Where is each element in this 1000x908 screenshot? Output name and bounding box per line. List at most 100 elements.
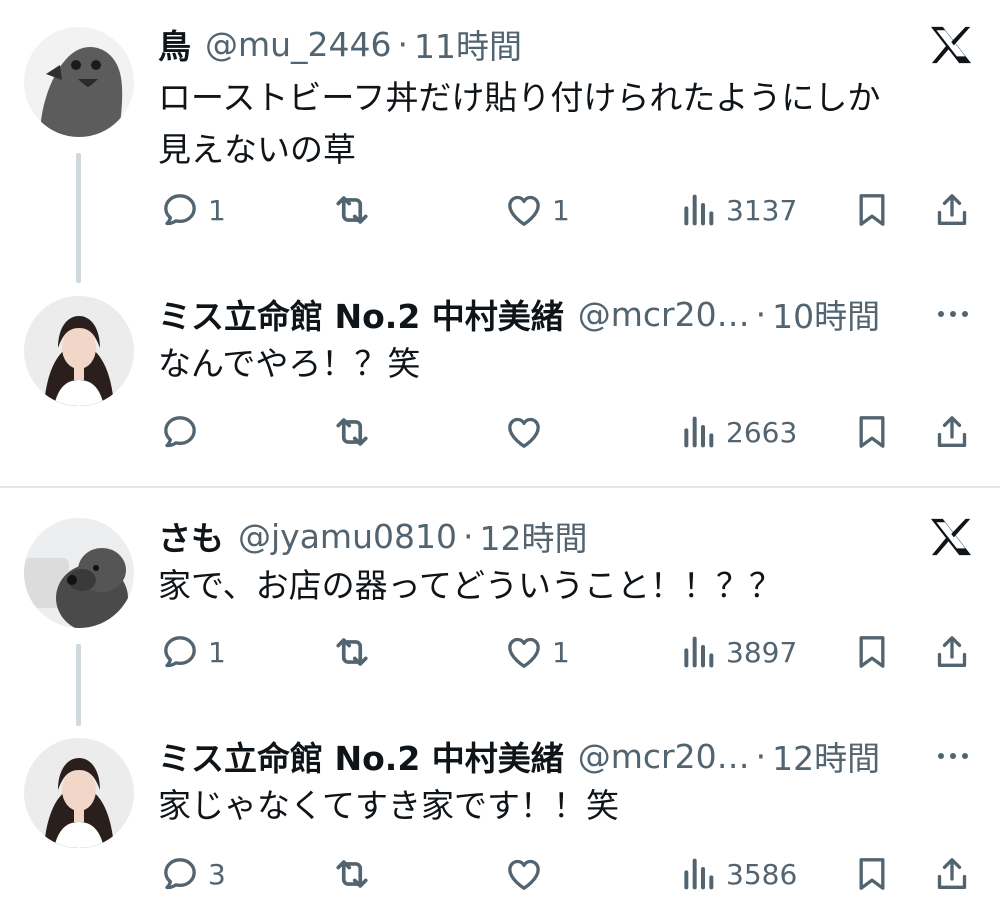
views-button[interactable]: 2663	[678, 408, 797, 456]
views-count: 2663	[726, 415, 798, 449]
share-button[interactable]	[932, 408, 972, 456]
share-icon	[932, 412, 972, 452]
timestamp[interactable]: 10時間	[772, 290, 880, 338]
reply-button[interactable]: 1	[160, 186, 226, 234]
tweet-header: さも @jyamu0810 · 12時間	[158, 512, 587, 560]
dog-avatar-icon	[24, 518, 134, 628]
reply-button[interactable]: 1	[160, 628, 226, 676]
thread-1: 鳥 @mu_2446 · 11時間 ローストビーフ丼だけ貼り付けられたようにしか…	[0, 0, 1000, 486]
share-button[interactable]	[932, 628, 972, 676]
thread-2: さも @jyamu0810 · 12時間 家で、お店の器ってどういうこと！！？？…	[0, 488, 1000, 908]
display-name[interactable]: さも	[158, 512, 224, 560]
bird-avatar-icon	[24, 27, 134, 137]
bookmark-button[interactable]	[852, 850, 892, 898]
like-count: 1	[552, 193, 570, 227]
reply-icon	[160, 190, 200, 230]
views-button[interactable]: 3897	[678, 628, 797, 676]
bookmark-icon	[852, 854, 892, 894]
separator-dot: ·	[755, 294, 767, 334]
tweet-text: 家で、お店の器ってどういうこと！！？？	[158, 560, 978, 612]
tweet-text-line: ローストビーフ丼だけ貼り付けられたようにしか	[158, 78, 881, 117]
views-icon	[678, 854, 718, 894]
timestamp[interactable]: 12時間	[772, 732, 880, 780]
share-icon	[932, 632, 972, 672]
retweet-button[interactable]	[330, 186, 374, 234]
views-count: 3137	[726, 193, 798, 227]
tweet-header: ミス立命館 No.2 中村美緒 @mcr20… · 10時間	[158, 290, 880, 338]
like-count: 1	[552, 635, 570, 669]
tweet-text: なんでやろ！？笑	[158, 338, 978, 390]
reply-icon	[160, 854, 200, 894]
x-logo-icon[interactable]	[928, 24, 974, 66]
retweet-button[interactable]	[330, 850, 374, 898]
tweet-text-line: 家じゃなくてすき家です！！笑	[158, 786, 620, 825]
action-bar: 1 1 3897	[0, 628, 1000, 676]
share-icon	[932, 854, 972, 894]
person-avatar-icon	[24, 738, 134, 848]
reply-icon	[160, 412, 200, 452]
share-button[interactable]	[932, 850, 972, 898]
bookmark-button[interactable]	[852, 186, 892, 234]
action-bar: 2663	[0, 408, 1000, 456]
like-button[interactable]	[504, 850, 544, 898]
reply-button[interactable]: 3	[160, 850, 226, 898]
tweet-text: 家じゃなくてすき家です！！笑	[158, 780, 978, 832]
bookmark-button[interactable]	[852, 408, 892, 456]
reply-button[interactable]	[160, 408, 200, 456]
like-icon	[504, 632, 544, 672]
separator-dot: ·	[397, 24, 409, 64]
views-count: 3586	[726, 857, 798, 891]
views-count: 3897	[726, 635, 798, 669]
timestamp[interactable]: 12時間	[479, 512, 587, 560]
like-icon	[504, 190, 544, 230]
display-name[interactable]: 鳥	[158, 20, 191, 68]
tweet-text-line: なんでやろ！？笑	[158, 344, 421, 383]
views-icon	[678, 412, 718, 452]
action-bar: 1 1 3137	[0, 186, 1000, 234]
person-avatar-icon	[24, 296, 134, 406]
separator-dot: ·	[755, 736, 767, 776]
share-button[interactable]	[932, 186, 972, 234]
reply-icon	[160, 632, 200, 672]
share-icon	[932, 190, 972, 230]
bookmark-icon	[852, 632, 892, 672]
views-icon	[678, 632, 718, 672]
user-handle[interactable]: @mcr20…	[578, 295, 750, 334]
avatar[interactable]	[24, 27, 134, 137]
tweet-text-line: 見えないの草	[158, 130, 356, 169]
reply-count: 1	[208, 635, 226, 669]
more-icon[interactable]	[932, 741, 974, 771]
like-button[interactable]: 1	[504, 628, 570, 676]
retweet-icon	[330, 410, 374, 454]
like-button[interactable]	[504, 408, 544, 456]
retweet-icon	[330, 630, 374, 674]
views-button[interactable]: 3586	[678, 850, 797, 898]
separator-dot: ·	[462, 516, 474, 556]
user-handle[interactable]: @jyamu0810	[238, 517, 457, 556]
display-name[interactable]: ミス立命館 No.2 中村美緒	[158, 290, 564, 338]
user-handle[interactable]: @mu_2446	[205, 25, 392, 64]
timestamp[interactable]: 11時間	[414, 20, 522, 68]
user-handle[interactable]: @mcr20…	[578, 737, 750, 776]
x-logo-icon[interactable]	[928, 516, 974, 558]
avatar[interactable]	[24, 518, 134, 628]
retweet-button[interactable]	[330, 628, 374, 676]
like-button[interactable]: 1	[504, 186, 570, 234]
avatar[interactable]	[24, 738, 134, 848]
tweet-text: ローストビーフ丼だけ貼り付けられたようにしか 見えないの草	[158, 72, 978, 176]
retweet-button[interactable]	[330, 408, 374, 456]
reply-count: 1	[208, 193, 226, 227]
display-name[interactable]: ミス立命館 No.2 中村美緒	[158, 732, 564, 780]
like-icon	[504, 412, 544, 452]
action-bar: 3 3586	[0, 850, 1000, 898]
bookmark-button[interactable]	[852, 628, 892, 676]
views-button[interactable]: 3137	[678, 186, 797, 234]
reply-count: 3	[208, 857, 226, 891]
views-icon	[678, 190, 718, 230]
tweet-header: 鳥 @mu_2446 · 11時間	[158, 20, 522, 68]
like-icon	[504, 854, 544, 894]
avatar[interactable]	[24, 296, 134, 406]
tweet-header: ミス立命館 No.2 中村美緒 @mcr20… · 12時間	[158, 732, 880, 780]
more-icon[interactable]	[932, 299, 974, 329]
retweet-icon	[330, 188, 374, 232]
